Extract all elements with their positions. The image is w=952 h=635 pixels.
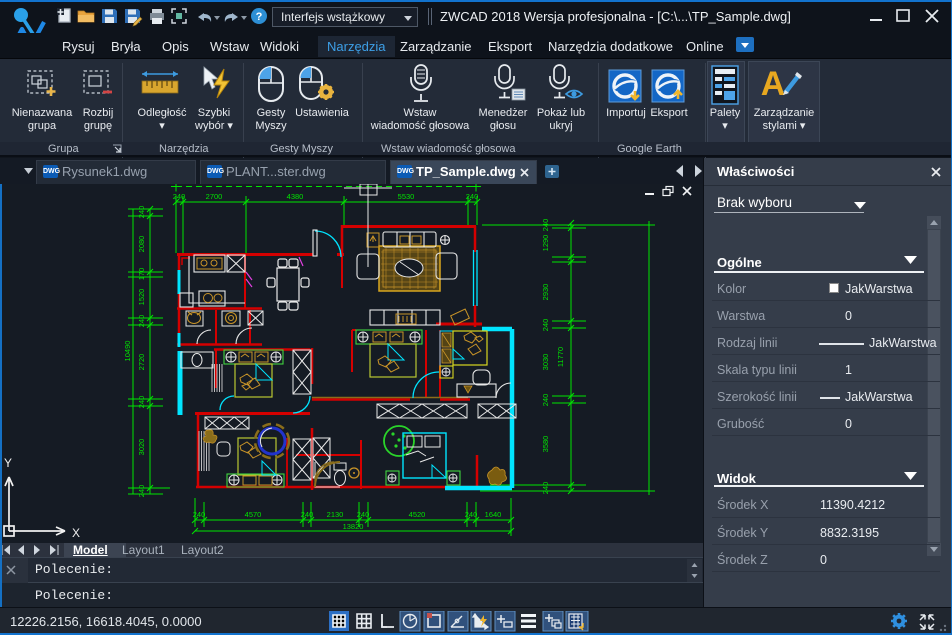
svg-text:A: A: [761, 65, 785, 103]
svg-text:2930: 2930: [541, 284, 550, 301]
svg-text:240: 240: [541, 394, 550, 407]
svg-text:1290: 1290: [541, 235, 550, 252]
svg-text:10490: 10490: [123, 341, 132, 362]
svg-text:2720: 2720: [137, 354, 146, 371]
svg-text:?: ?: [256, 11, 263, 23]
svg-text:2080: 2080: [137, 236, 146, 253]
svg-text:240: 240: [466, 192, 479, 201]
svg-text:1520: 1520: [137, 289, 146, 306]
svg-text:240: 240: [193, 510, 206, 519]
svg-text:240: 240: [357, 510, 370, 519]
svg-text:240: 240: [541, 219, 550, 232]
svg-text:5530: 5530: [398, 192, 415, 201]
svg-text:240: 240: [465, 510, 478, 519]
svg-text:240: 240: [137, 485, 146, 498]
svg-text:240: 240: [137, 396, 146, 409]
svg-text:1640: 1640: [485, 510, 502, 519]
svg-text:240: 240: [541, 319, 550, 332]
svg-text:240: 240: [173, 192, 186, 201]
svg-text:Y: Y: [4, 456, 12, 470]
svg-text:240: 240: [137, 315, 146, 328]
svg-text:X: X: [72, 526, 80, 540]
svg-text:2700: 2700: [206, 192, 223, 201]
svg-text:3580: 3580: [541, 436, 550, 453]
svg-text:11770: 11770: [556, 347, 565, 367]
svg-text:240: 240: [541, 482, 550, 495]
svg-text:240: 240: [301, 510, 314, 519]
svg-text:4380: 4380: [287, 192, 304, 201]
svg-text:240: 240: [137, 206, 146, 219]
svg-text:170: 170: [137, 268, 146, 281]
svg-text:13820: 13820: [343, 522, 364, 531]
svg-text:4520: 4520: [409, 510, 426, 519]
svg-text:2130: 2130: [327, 510, 344, 519]
svg-text:4570: 4570: [245, 510, 262, 519]
svg-text:3030: 3030: [541, 354, 550, 371]
svg-text:3020: 3020: [137, 439, 146, 456]
